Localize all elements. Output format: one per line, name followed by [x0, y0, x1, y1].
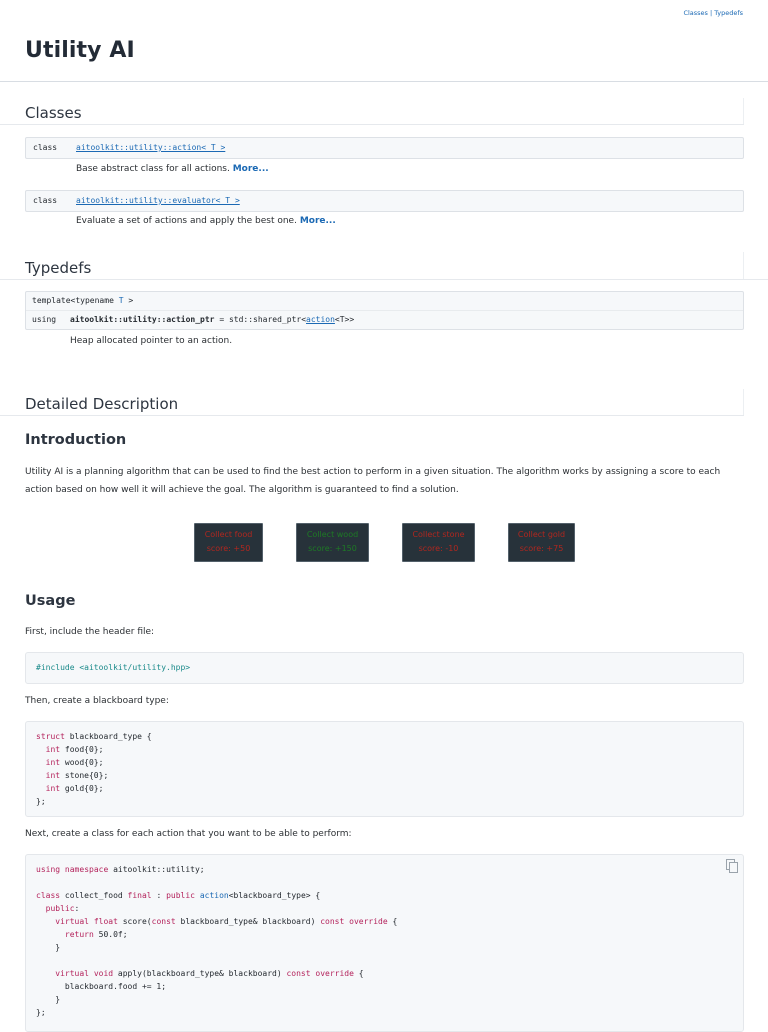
typedef-desc: Heap allocated pointer to an action.: [70, 336, 233, 346]
detailed-heading: Detailed Description: [25, 395, 179, 413]
usage-heading: Usage: [25, 593, 76, 609]
code-blackboard-content: struct blackboard_type { int food{0}; in…: [36, 732, 152, 806]
detailed-heading-edge: [743, 389, 744, 415]
summary-link-classes[interactable]: Classes: [683, 9, 708, 17]
score-box-label: Collect gold: [517, 530, 566, 539]
code-include-line: #include <aitoolkit/utility.hpp>: [36, 663, 191, 672]
code-action-class-content: using namespace aitoolkit::utility; clas…: [36, 865, 398, 1017]
class-desc-evaluator: Evaluate a set of actions and apply the …: [76, 216, 336, 226]
introduction-text: Utility AI is a planning algorithm that …: [25, 467, 721, 495]
score-box-score: score: +50: [206, 544, 251, 553]
usage-step-include: First, include the header file:: [25, 627, 155, 637]
classes-heading-rule: [0, 124, 744, 125]
typedefs-heading-edge: [743, 252, 744, 279]
classes-heading-edge: [743, 98, 744, 124]
typedef-using-keyword: using: [32, 315, 57, 324]
class-link-evaluator[interactable]: aitoolkit::utility::evaluator< T >: [76, 196, 240, 205]
class-row-action: class aitoolkit::utility::action< T >: [25, 137, 744, 159]
more-link-evaluator[interactable]: More...: [300, 216, 336, 226]
score-box-score: score: +75: [519, 544, 564, 553]
template-close: >: [123, 296, 134, 305]
usage-step-blackboard: Then, create a blackboard type:: [25, 696, 169, 706]
summary-link-typedefs[interactable]: Typedefs: [714, 9, 743, 17]
class-keyword: class: [33, 143, 58, 152]
code-block-include[interactable]: #include <aitoolkit/utility.hpp>: [25, 652, 744, 684]
page-title: Utility AI: [25, 38, 135, 63]
class-desc-action: Base abstract class for all actions. Mor…: [76, 164, 269, 174]
score-box-collect-stone: Collect stone score: -10: [402, 523, 475, 562]
typedefs-heading: Typedefs: [25, 259, 92, 277]
score-box-score: score: -10: [418, 544, 459, 553]
class-keyword: class: [33, 196, 58, 205]
detailed-heading-rule: [0, 415, 744, 416]
summary-links: Classes | Typedefs: [683, 9, 743, 17]
score-box-collect-food: Collect food score: +50: [194, 523, 263, 562]
score-box-collect-gold: Collect gold score: +75: [508, 523, 575, 562]
score-box-label: Collect stone: [412, 530, 465, 539]
class-link-action[interactable]: aitoolkit::utility::action< T >: [76, 143, 225, 152]
score-box-label: Collect food: [204, 530, 253, 539]
class-desc-text: Evaluate a set of actions and apply the …: [76, 216, 297, 226]
typedef-tail: <T>>: [334, 315, 355, 324]
typedefs-heading-rule: [0, 279, 768, 280]
code-block-action-class[interactable]: using namespace aitoolkit::utility; clas…: [25, 854, 744, 1032]
class-desc-text: Base abstract class for all actions.: [76, 164, 230, 174]
score-box-collect-wood: Collect wood score: +150: [296, 523, 369, 562]
introduction-heading: Introduction: [25, 432, 127, 448]
typedef-action-link[interactable]: action: [306, 315, 335, 324]
typedef-template-line: template<typename T >: [32, 296, 133, 305]
classes-heading: Classes: [25, 104, 82, 122]
code-block-blackboard[interactable]: struct blackboard_type { int food{0}; in…: [25, 721, 744, 817]
score-box-label: Collect wood: [306, 530, 359, 539]
more-link-action[interactable]: More...: [233, 164, 269, 174]
class-row-evaluator: class aitoolkit::utility::evaluator< T >: [25, 190, 744, 212]
template-keyword: template<typename: [32, 296, 119, 305]
typedef-equals: = std::shared_ptr<: [214, 315, 307, 324]
score-box-score: score: +150: [308, 544, 357, 553]
typedef-inner-divider: [26, 310, 743, 311]
usage-step-action-class: Next, create a class for each action tha…: [25, 829, 352, 839]
title-divider: [0, 81, 768, 82]
typedef-row-action-ptr: template<typename T > using aitoolkit::u…: [25, 291, 744, 330]
typedef-name[interactable]: aitoolkit::utility::action_ptr: [70, 315, 215, 324]
typedef-declaration: aitoolkit::utility::action_ptr = std::sh…: [70, 315, 354, 324]
copy-icon[interactable]: [726, 859, 738, 873]
